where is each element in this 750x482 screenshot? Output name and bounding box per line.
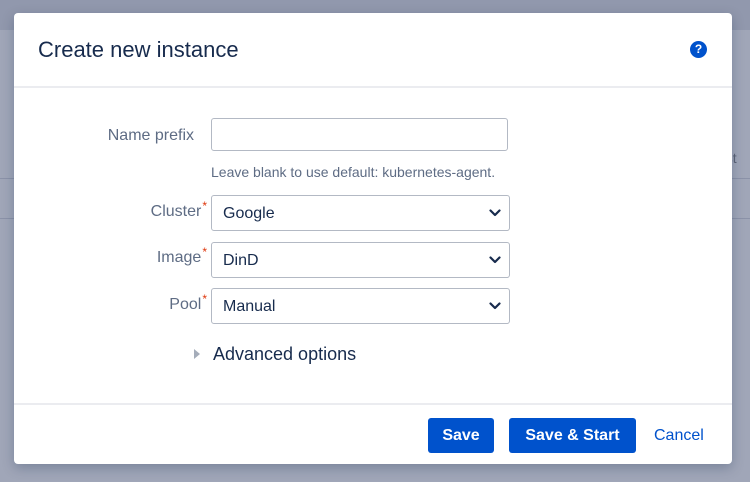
image-select[interactable]: DinD [211,242,510,278]
chevron-down-icon [489,256,501,264]
chevron-down-icon [489,209,501,217]
chevron-down-icon [489,302,501,310]
required-asterisk: * [202,245,207,259]
image-label-text: Image [156,249,202,266]
pool-selected-value: Manual [223,298,276,315]
cluster-selected-value: Google [223,205,275,222]
name-prefix-hint: Leave blank to use default: kubernetes-a… [211,164,496,180]
save-and-start-button[interactable]: Save & Start [509,418,636,453]
pool-select[interactable]: Manual [211,288,510,324]
caret-right-icon [194,349,200,359]
dialog-footer: Save Save & Start Cancel [14,403,732,466]
dialog-header: Create new instance ? [14,13,732,88]
image-selected-value: DinD [223,252,259,269]
cluster-select[interactable]: Google [211,195,510,231]
create-instance-dialog: Create new instance ? Name prefix Leave … [14,13,732,464]
save-button[interactable]: Save [428,418,494,453]
pool-label: Pool* [169,292,207,314]
cluster-label-text: Cluster [150,203,202,220]
cancel-link[interactable]: Cancel [654,418,704,453]
required-asterisk: * [202,199,207,213]
dialog-title: Create new instance [38,37,239,62]
help-icon[interactable]: ? [690,41,707,58]
pool-label-text: Pool [169,296,202,313]
name-prefix-label: Name prefix [108,127,194,145]
name-prefix-label-text: Name prefix [107,127,194,144]
required-asterisk: * [202,292,207,306]
advanced-options-label: Advanced options [213,344,357,364]
cluster-label: Cluster* [150,199,207,221]
image-label: Image* [156,245,207,267]
name-prefix-input[interactable] [211,118,508,151]
